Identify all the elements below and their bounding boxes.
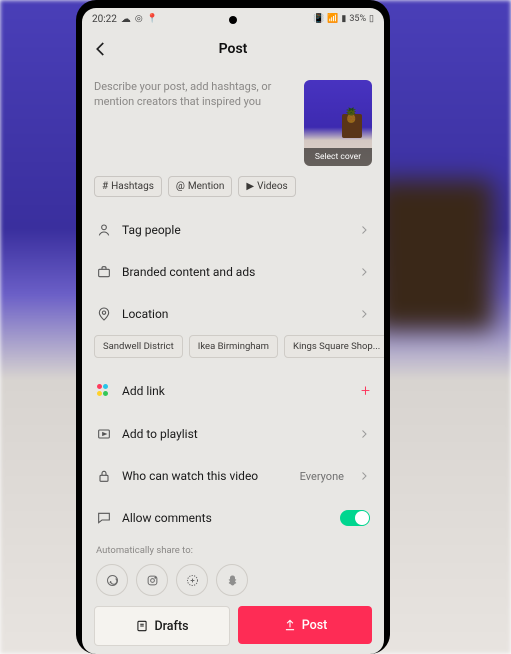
- privacy-label: Who can watch this video: [122, 469, 290, 483]
- add-link-label: Add link: [122, 384, 351, 398]
- privacy-row[interactable]: Who can watch this video Everyone: [82, 455, 384, 497]
- at-icon: @: [176, 181, 185, 192]
- mention-chip[interactable]: @ Mention: [168, 176, 232, 197]
- status-time: 20:22: [92, 14, 117, 25]
- videos-chip[interactable]: ▶ Videos: [238, 176, 295, 197]
- comment-icon: [96, 510, 112, 526]
- share-whatsapp[interactable]: [96, 564, 128, 596]
- post-button[interactable]: Post: [238, 606, 372, 644]
- branded-content-label: Branded content and ads: [122, 265, 348, 279]
- drafts-button[interactable]: Drafts: [94, 606, 230, 646]
- share-instagram[interactable]: [136, 564, 168, 596]
- link-dots-icon: [96, 383, 112, 399]
- upload-icon: [283, 618, 297, 632]
- back-button[interactable]: [92, 40, 110, 58]
- chevron-right-icon: [358, 470, 370, 482]
- add-link-row[interactable]: Add link +: [82, 368, 384, 413]
- add-playlist-row[interactable]: Add to playlist: [82, 413, 384, 455]
- location-label: Location: [122, 307, 348, 321]
- chevron-right-icon: [358, 308, 370, 320]
- signal-icon: ▮: [341, 14, 346, 24]
- location-icon: [96, 306, 112, 322]
- drafts-label: Drafts: [154, 619, 188, 634]
- battery-icon: ▯: [369, 14, 374, 24]
- post-label: Post: [302, 618, 328, 633]
- play-icon: ▶: [246, 181, 254, 192]
- location-suggestion[interactable]: Kings Square Shop...: [284, 335, 384, 358]
- share-snapchat[interactable]: [216, 564, 248, 596]
- tag-people-label: Tag people: [122, 223, 348, 237]
- chevron-right-icon: [358, 266, 370, 278]
- location-row[interactable]: Location: [82, 293, 384, 335]
- location-pin-icon: 📍: [147, 14, 158, 24]
- briefcase-icon: [96, 264, 112, 280]
- vibrate-icon: 📳: [313, 14, 324, 24]
- person-icon: [96, 222, 112, 238]
- chevron-right-icon: [358, 224, 370, 236]
- wifi-icon: 📶: [327, 14, 338, 24]
- location-suggestion[interactable]: Sandwell District: [94, 335, 183, 358]
- hash-icon: #: [102, 181, 108, 192]
- privacy-value: Everyone: [300, 470, 344, 483]
- description-input[interactable]: Describe your post, add hashtags, or men…: [94, 80, 296, 166]
- comments-toggle[interactable]: [340, 510, 370, 526]
- battery-text: 35%: [349, 14, 366, 24]
- plus-icon: +: [361, 381, 370, 400]
- instagram-icon: ◎: [135, 14, 143, 24]
- drafts-icon: [135, 619, 149, 633]
- allow-comments-row: Allow comments: [82, 497, 384, 539]
- auto-share-label: Automatically share to:: [96, 545, 370, 556]
- mention-chip-label: Mention: [188, 181, 224, 192]
- chevron-right-icon: [358, 428, 370, 440]
- comments-label: Allow comments: [122, 511, 330, 525]
- hashtags-chip[interactable]: # Hashtags: [94, 176, 162, 197]
- cover-label: Select cover: [304, 148, 372, 166]
- playlist-icon: [96, 426, 112, 442]
- location-suggestion[interactable]: Ikea Birmingham: [189, 335, 278, 358]
- lock-icon: [96, 468, 112, 484]
- videos-chip-label: Videos: [257, 181, 288, 192]
- cloud-icon: ☁: [121, 14, 131, 25]
- share-stories[interactable]: [176, 564, 208, 596]
- hashtags-chip-label: Hashtags: [111, 181, 154, 192]
- branded-content-row[interactable]: Branded content and ads: [82, 251, 384, 293]
- tag-people-row[interactable]: Tag people: [82, 209, 384, 251]
- playlist-label: Add to playlist: [122, 427, 348, 441]
- camera-cutout: [229, 16, 237, 24]
- page-title: Post: [219, 41, 248, 57]
- select-cover-button[interactable]: Select cover: [304, 80, 372, 166]
